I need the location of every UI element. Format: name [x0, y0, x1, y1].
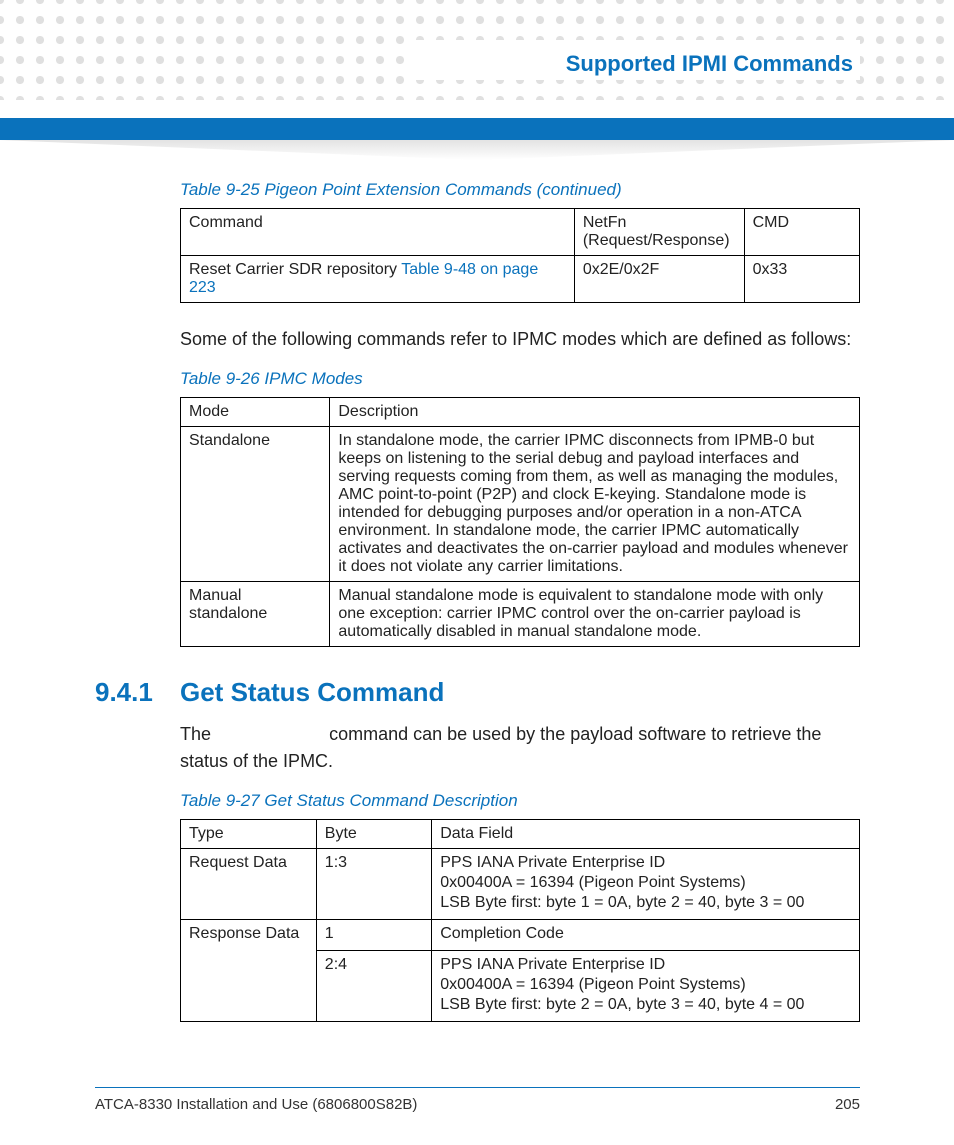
table-9-26-caption: Table 9-26 IPMC Modes	[180, 369, 860, 389]
header-shadow	[0, 140, 954, 160]
footer-page-number: 205	[835, 1096, 860, 1113]
section-title: Get Status Command	[180, 677, 444, 708]
t925-header-netfn: NetFn (Request/Response)	[574, 209, 744, 256]
table-9-26: Mode Description Standalone In standalon…	[180, 397, 860, 647]
t927-r2-datafield: PPS IANA Private Enterprise ID 0x00400A …	[432, 950, 860, 1021]
table-row: Request Data 1:3 PPS IANA Private Enterp…	[181, 848, 860, 919]
t925-row-cmd: 0x33	[744, 256, 859, 303]
sec-para-before: The	[180, 724, 216, 744]
t927-r0-l1: 0x00400A = 16394 (Pigeon Point Systems)	[440, 874, 851, 892]
t927-r0-l0: PPS IANA Private Enterprise ID	[440, 854, 851, 872]
section-9-4-1-heading: 9.4.1 Get Status Command	[95, 677, 860, 708]
t927-r1-l0: Completion Code	[440, 925, 851, 943]
t927-r1-datafield: Completion Code	[432, 919, 860, 950]
t927-header-byte: Byte	[316, 819, 431, 848]
table-row: Reset Carrier SDR repository Table 9-48 …	[181, 256, 860, 303]
t925-header-cmd: CMD	[744, 209, 859, 256]
t927-r2-type	[181, 950, 317, 1021]
t927-r2-l2: LSB Byte first: byte 2 = 0A, byte 3 = 40…	[440, 996, 851, 1014]
page-footer: ATCA-8330 Installation and Use (6806800S…	[95, 1087, 860, 1113]
table-9-25-caption: Table 9-25 Pigeon Point Extension Comman…	[180, 180, 860, 200]
table-9-27-caption: Table 9-27 Get Status Command Descriptio…	[180, 791, 860, 811]
t927-r2-l0: PPS IANA Private Enterprise ID	[440, 956, 851, 974]
t927-header-type: Type	[181, 819, 317, 848]
table-row: Response Data 1 Completion Code	[181, 919, 860, 950]
table-row: Standalone In standalone mode, the carri…	[181, 427, 860, 582]
t925-row-cmd-text: Reset Carrier SDR repository	[189, 261, 401, 278]
table-row: 2:4 PPS IANA Private Enterprise ID 0x004…	[181, 950, 860, 1021]
t927-header-datafield: Data Field	[432, 819, 860, 848]
section-number: 9.4.1	[95, 677, 180, 708]
footer-doc-title: ATCA-8330 Installation and Use (6806800S…	[95, 1096, 417, 1113]
t925-row-netfn: 0x2E/0x2F	[574, 256, 744, 303]
header-blue-bar	[0, 118, 954, 140]
t926-row1-desc: Manual standalone mode is equivalent to …	[330, 582, 860, 647]
t925-header-command: Command	[181, 209, 575, 256]
t926-row0-desc: In standalone mode, the carrier IPMC dis…	[330, 427, 860, 582]
t926-row1-mode: Manual standalone	[181, 582, 330, 647]
table-9-25: Command NetFn (Request/Response) CMD Res…	[180, 208, 860, 303]
t926-row0-mode: Standalone	[181, 427, 330, 582]
t927-r2-byte: 2:4	[316, 950, 431, 1021]
t927-r1-type: Response Data	[181, 919, 317, 950]
t927-r0-l2: LSB Byte first: byte 1 = 0A, byte 2 = 40…	[440, 894, 851, 912]
page-header-title: Supported IPMI Commands	[560, 48, 859, 80]
t927-r0-type: Request Data	[181, 848, 317, 919]
t927-r0-datafield: PPS IANA Private Enterprise ID 0x00400A …	[432, 848, 860, 919]
table-9-27: Type Byte Data Field Request Data 1:3 PP…	[180, 819, 860, 1022]
t926-header-mode: Mode	[181, 398, 330, 427]
sec-para-after: command can be used by the payload softw…	[180, 724, 821, 770]
t927-r1-byte: 1	[316, 919, 431, 950]
table-row: Manual standalone Manual standalone mode…	[181, 582, 860, 647]
t927-r2-l1: 0x00400A = 16394 (Pigeon Point Systems)	[440, 976, 851, 994]
t926-header-desc: Description	[330, 398, 860, 427]
paragraph-ipmc-modes-intro: Some of the following commands refer to …	[180, 327, 860, 351]
section-9-4-1-paragraph: The Get Status command can be used by th…	[180, 722, 860, 773]
t927-r0-byte: 1:3	[316, 848, 431, 919]
